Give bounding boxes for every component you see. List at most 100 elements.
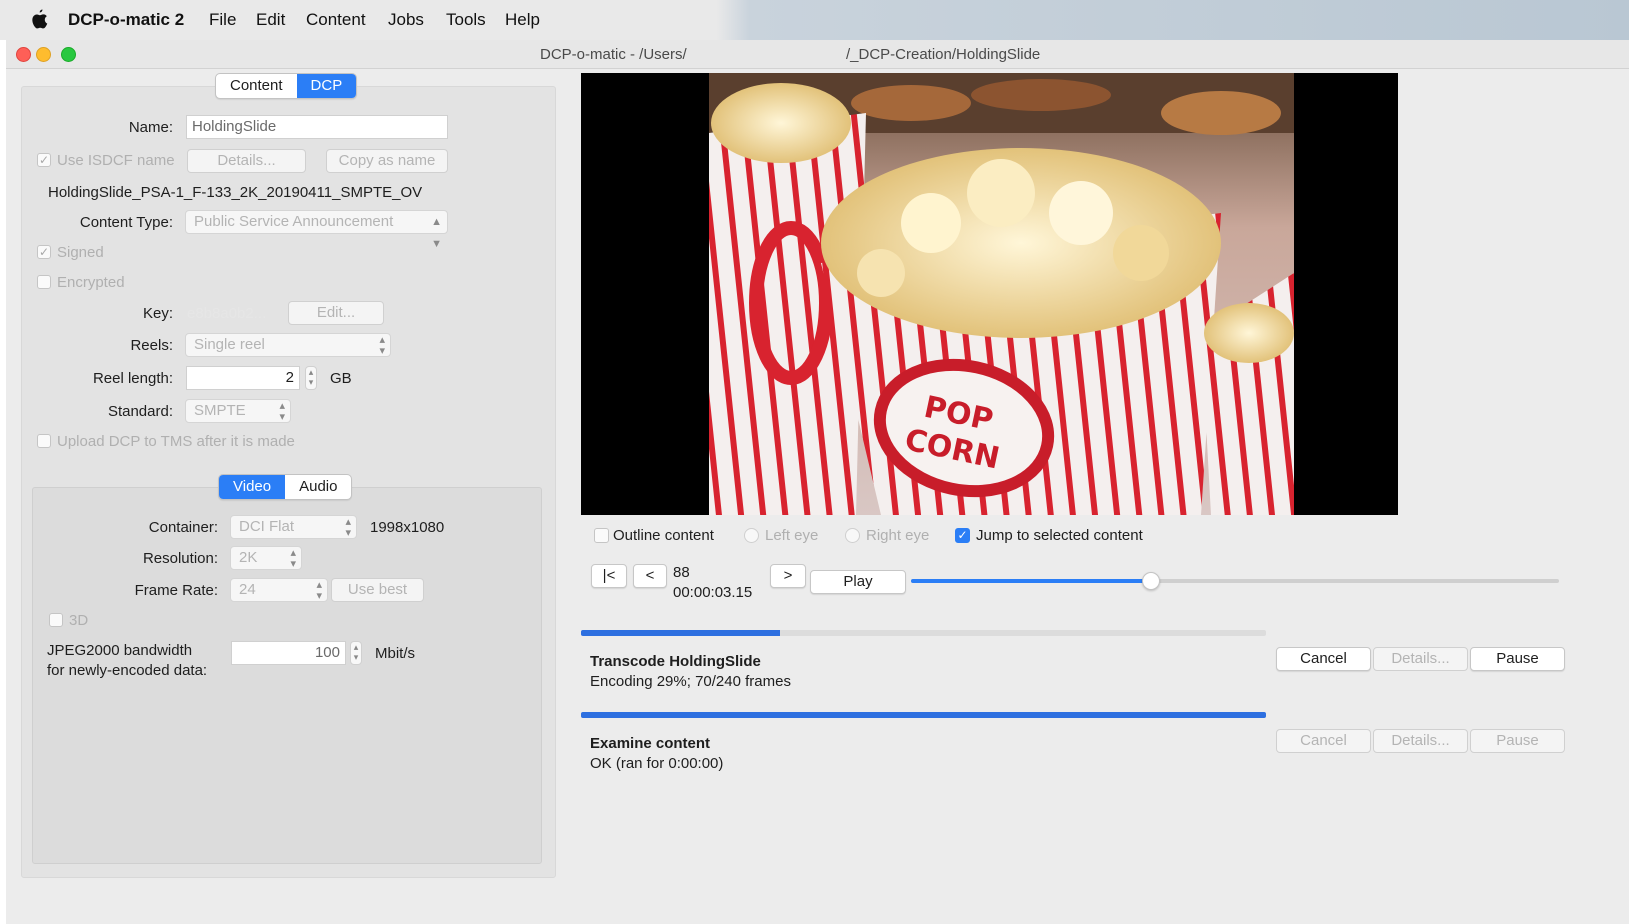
playback-slider-knob[interactable] — [1141, 572, 1160, 590]
chevron-updown-icon: ▴ ▾ — [345, 516, 351, 539]
reels-select[interactable]: Single reel ▴ ▾ — [185, 333, 391, 357]
chevron-updown-icon: ▴ ▾ — [379, 334, 385, 357]
popcorn-preview-image: POP CORN — [709, 73, 1294, 515]
name-input[interactable]: HoldingSlide — [186, 115, 448, 139]
use-isdcf-label: Use ISDCF name — [57, 152, 175, 169]
frame-rate-label: Frame Rate: — [134, 582, 218, 599]
sub-tab-bar: Video Audio — [218, 474, 353, 500]
jump-to-content-checkbox[interactable]: ✓ — [955, 528, 970, 543]
key-label: Key: — [142, 305, 173, 322]
key-value: e8b8a0b2... — [187, 305, 267, 322]
job-1-title: Transcode HoldingSlide — [590, 653, 761, 670]
encrypted-checkbox[interactable] — [37, 275, 51, 289]
reels-value: Single reel — [194, 336, 265, 353]
three-d-checkbox[interactable] — [49, 613, 63, 627]
job-1-progress — [581, 630, 1266, 636]
right-eye-label: Right eye — [866, 527, 930, 544]
signed-checkbox[interactable]: ✓ — [37, 245, 51, 259]
bandwidth-stepper[interactable]: ▴ ▾ — [350, 641, 362, 665]
name-label: Name: — [128, 119, 173, 136]
jump-to-content-label: Jump to selected content — [976, 527, 1143, 544]
chevron-updown-icon: ▴ ▾ — [316, 579, 322, 602]
job-2-pause-button[interactable]: Pause — [1470, 729, 1565, 753]
encrypted-label: Encrypted — [57, 274, 125, 291]
menu-help[interactable]: Help — [505, 10, 540, 30]
playback-slider[interactable] — [911, 572, 1559, 590]
resolution-select[interactable]: 2K ▴ ▾ — [230, 546, 302, 570]
menu-content[interactable]: Content — [306, 10, 366, 30]
reels-label: Reels: — [130, 337, 173, 354]
resolution-value: 2K — [239, 549, 258, 566]
video-preview: POP CORN — [581, 73, 1398, 515]
container-select[interactable]: DCI Flat ▴ ▾ — [230, 515, 357, 539]
step-forward-button[interactable]: > — [770, 564, 806, 588]
job-1-status: Encoding 29%; 70/240 frames — [590, 673, 791, 690]
menu-jobs[interactable]: Jobs — [388, 10, 424, 30]
main-window: DCP-o-matic - /Users/ /_DCP-Creation/Hol… — [6, 40, 1629, 924]
job-2-status: OK (ran for 0:00:00) — [590, 755, 724, 772]
frame-rate-select[interactable]: 24 ▴ ▾ — [230, 578, 328, 602]
tab-video[interactable]: Video — [219, 475, 286, 499]
outline-content-checkbox[interactable] — [594, 528, 609, 543]
content-type-label: Content Type: — [79, 214, 173, 231]
right-eye-radio[interactable] — [845, 528, 860, 543]
job-1-details-button[interactable]: Details... — [1373, 647, 1468, 671]
chevron-updown-icon: ▴ ▾ — [279, 400, 285, 423]
apple-icon[interactable] — [30, 8, 48, 30]
use-isdcf-checkbox[interactable]: ✓ — [37, 153, 51, 167]
left-eye-radio[interactable] — [744, 528, 759, 543]
standard-select[interactable]: SMPTE ▴ ▾ — [185, 399, 291, 423]
job-2-cancel-button[interactable]: Cancel — [1276, 729, 1371, 753]
zoom-window-button[interactable] — [61, 47, 76, 62]
isdcf-name-text: HoldingSlide_PSA-1_F-133_2K_20190411_SMP… — [48, 184, 423, 201]
chevron-updown-icon: ▲ ▼ — [431, 216, 442, 250]
window-title-left: DCP-o-matic - /Users/ — [540, 46, 687, 63]
key-edit-button[interactable]: Edit... — [288, 301, 384, 325]
three-d-label: 3D — [69, 612, 89, 629]
frame-rate-value: 24 — [239, 581, 256, 598]
copy-as-name-button[interactable]: Copy as name — [326, 149, 448, 173]
standard-label: Standard: — [107, 403, 173, 420]
container-label: Container: — [148, 519, 218, 536]
standard-value: SMPTE — [194, 402, 246, 419]
job-2-title: Examine content — [590, 735, 711, 752]
minimize-window-button[interactable] — [36, 47, 51, 62]
tab-audio[interactable]: Audio — [285, 475, 351, 499]
menu-tools[interactable]: Tools — [446, 10, 486, 30]
bandwidth-input[interactable]: 100 — [231, 641, 346, 665]
job-2-progress — [581, 712, 1266, 718]
job-1-cancel-button[interactable]: Cancel — [1276, 647, 1371, 671]
chevron-updown-icon: ▴ ▾ — [290, 547, 296, 570]
frame-number: 88 — [673, 564, 690, 581]
bandwidth-unit: Mbit/s — [375, 645, 416, 662]
resolution-label: Resolution: — [142, 550, 218, 567]
go-to-start-button[interactable]: |< — [591, 564, 627, 588]
menu-edit[interactable]: Edit — [256, 10, 285, 30]
reel-length-stepper[interactable]: ▴ ▾ — [305, 366, 317, 390]
tab-content[interactable]: Content — [216, 74, 297, 98]
reel-length-label: Reel length: — [92, 370, 173, 387]
job-2-details-button[interactable]: Details... — [1373, 729, 1468, 753]
main-tab-bar: Content DCP — [215, 73, 358, 99]
upload-tms-checkbox[interactable] — [37, 434, 51, 448]
playback-slider-fill — [911, 579, 1151, 583]
left-eye-label: Left eye — [765, 527, 819, 544]
upload-tms-label: Upload DCP to TMS after it is made — [57, 433, 295, 450]
tab-dcp[interactable]: DCP — [296, 74, 357, 98]
job-1-progress-fill — [581, 630, 780, 636]
play-button[interactable]: Play — [810, 570, 906, 594]
menu-bar: DCP-o-matic 2 File Edit Content Jobs Too… — [0, 0, 1629, 40]
window-title-right: /_DCP-Creation/HoldingSlide — [846, 46, 1041, 63]
isdcf-details-button[interactable]: Details... — [187, 149, 306, 173]
timecode: 00:00:03.15 — [673, 584, 753, 601]
menu-app-name[interactable]: DCP-o-matic 2 — [68, 10, 184, 30]
content-type-select[interactable]: Public Service Announcement ▲ ▼ — [185, 210, 448, 250]
step-back-button[interactable]: < — [633, 564, 667, 588]
use-best-button[interactable]: Use best — [331, 578, 424, 602]
close-window-button[interactable] — [16, 47, 31, 62]
reel-length-input[interactable]: 2 — [186, 366, 300, 390]
signed-label: Signed — [57, 244, 104, 261]
menu-file[interactable]: File — [209, 10, 236, 30]
outline-content-label: Outline content — [613, 527, 714, 544]
job-1-pause-button[interactable]: Pause — [1470, 647, 1565, 671]
